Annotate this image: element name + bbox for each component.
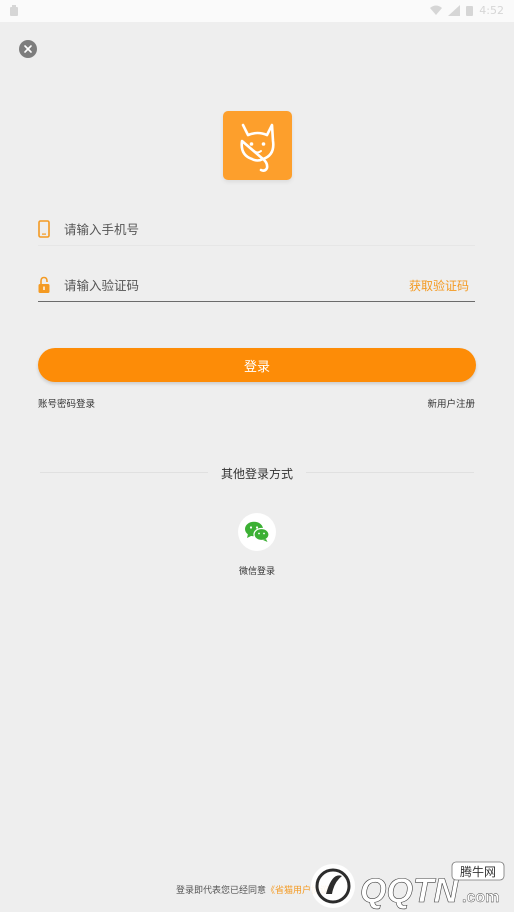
phone-field	[38, 212, 475, 246]
cat-logo-icon	[240, 123, 275, 172]
register-link[interactable]: 新用户注册	[427, 396, 475, 410]
login-button[interactable]: 登录	[38, 348, 476, 382]
account-login-link[interactable]: 账号密码登录	[38, 396, 95, 410]
code-input[interactable]	[64, 274, 404, 296]
phone-input[interactable]	[64, 218, 404, 240]
svg-text:.com: .com	[462, 889, 499, 906]
wifi-icon	[430, 5, 443, 15]
battery-icon	[466, 6, 474, 16]
agreement-prefix: 登录即代表您已经同意	[175, 886, 266, 896]
wechat-icon	[245, 521, 270, 542]
status-time: 4:52	[479, 4, 504, 17]
svg-text:腾牛网: 腾牛网	[460, 864, 496, 879]
other-login-title: 其他登录方式	[220, 467, 293, 481]
lock-icon	[38, 276, 50, 293]
wechat-login-button[interactable]	[238, 513, 276, 551]
status-icons: 4:52	[430, 4, 504, 17]
app-logo	[223, 111, 292, 180]
signal-icon	[448, 5, 461, 16]
close-button[interactable]	[19, 40, 37, 58]
phone-icon	[38, 220, 50, 238]
notification-icon	[8, 4, 20, 17]
code-field: 获取验证码	[38, 268, 475, 302]
close-icon	[24, 45, 32, 53]
get-code-button[interactable]: 获取验证码	[409, 277, 469, 294]
qqtn-watermark-logo: QQTN .com 腾牛网	[311, 861, 505, 910]
wechat-login-label: 微信登录	[238, 567, 275, 577]
svg-text:QQTN: QQTN	[360, 872, 460, 910]
status-bar: 4:52	[0, 0, 514, 22]
